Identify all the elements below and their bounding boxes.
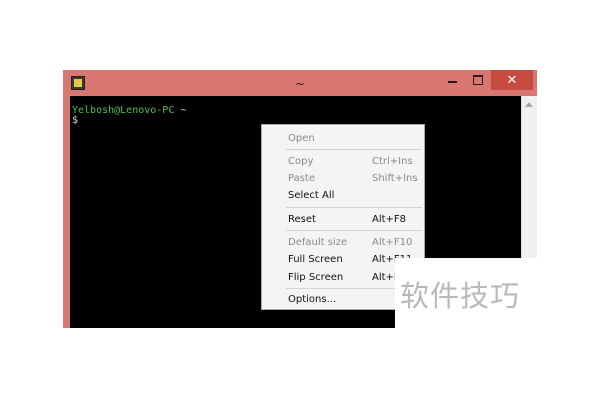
menu-item-shortcut: Alt+F10 — [372, 237, 413, 248]
menu-item-label: Copy — [288, 156, 314, 167]
window-controls: ✕ — [439, 70, 533, 90]
menu-item-reset[interactable]: Reset Alt+F8 — [262, 211, 424, 227]
minimize-button[interactable] — [439, 70, 465, 90]
close-icon: ✕ — [506, 72, 518, 88]
maximize-icon — [473, 75, 483, 85]
menu-item-shortcut: Ctrl+Ins — [372, 156, 413, 167]
menu-item-label: Paste — [288, 173, 315, 184]
menu-item-label: Options... — [288, 294, 337, 305]
menu-separator — [286, 207, 422, 208]
menu-item-open[interactable]: Open — [262, 130, 424, 146]
minimize-icon — [447, 81, 457, 83]
menu-item-label: Open — [288, 133, 315, 144]
menu-separator — [286, 230, 422, 231]
menu-item-copy[interactable]: Copy Ctrl+Ins — [262, 153, 424, 169]
menu-item-select-all[interactable]: Select All — [262, 187, 424, 203]
menu-item-label: Reset — [288, 214, 316, 225]
watermark-text: 软件技巧 — [400, 279, 521, 313]
title-bar[interactable]: ~ ✕ — [63, 70, 537, 96]
prompt-path: ~ — [174, 105, 187, 116]
scroll-up-arrow-icon[interactable] — [525, 102, 533, 107]
maximize-button[interactable] — [465, 70, 491, 90]
shell-prompt: $ — [72, 115, 79, 126]
menu-item-shortcut: Alt+F8 — [372, 214, 407, 225]
menu-item-paste[interactable]: Paste Shift+Ins — [262, 170, 424, 186]
menu-item-label: Full Screen — [288, 254, 343, 265]
screenshot-page: ~ ✕ Yelbosh@Lenovo-PC ~ $ Open Copy Ctrl… — [0, 0, 600, 400]
prompt-line: Yelbosh@Lenovo-PC ~ — [72, 106, 186, 116]
menu-item-label: Select All — [288, 190, 335, 201]
close-button[interactable]: ✕ — [491, 70, 533, 90]
menu-separator — [286, 149, 422, 150]
prompt-user-host: Yelbosh@Lenovo-PC — [72, 105, 175, 116]
menu-item-shortcut: Shift+Ins — [372, 173, 418, 184]
menu-item-label: Default size — [288, 237, 348, 248]
menu-item-label: Flip Screen — [288, 272, 344, 283]
menu-item-default-size[interactable]: Default size Alt+F10 — [262, 234, 424, 250]
